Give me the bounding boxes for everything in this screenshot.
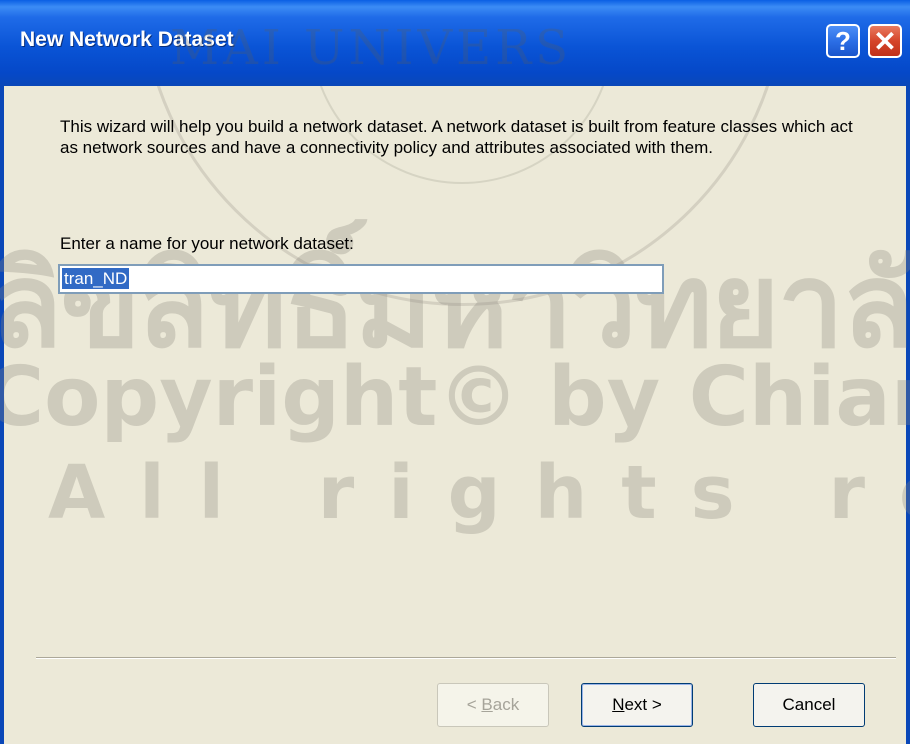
help-button[interactable]: ? bbox=[826, 24, 860, 58]
intro-text: This wizard will help you build a networ… bbox=[60, 117, 853, 157]
close-icon: ✕ bbox=[873, 25, 897, 57]
watermark-copyright: Copyright© by Chiang Mai University bbox=[0, 350, 910, 445]
window-frame-right bbox=[906, 86, 910, 744]
watermark-rights: All rights reserved bbox=[48, 450, 910, 536]
button-separator bbox=[36, 657, 896, 659]
name-prompt-label: Enter a name for your network dataset: bbox=[60, 234, 354, 253]
window-frame-left bbox=[0, 86, 4, 744]
next-button-mnemonic: N bbox=[612, 695, 625, 714]
cancel-button[interactable]: Cancel bbox=[753, 683, 865, 727]
next-button[interactable]: Next > bbox=[581, 683, 693, 727]
window-title: New Network Dataset bbox=[20, 28, 234, 51]
back-button[interactable]: < Back bbox=[437, 683, 549, 727]
next-button-label: ext > bbox=[624, 695, 662, 714]
dataset-name-value: tran_ND bbox=[62, 268, 130, 289]
back-button-label: ack bbox=[492, 695, 520, 714]
title-bar[interactable]: New Network Dataset ? ✕ bbox=[0, 0, 910, 86]
close-button[interactable]: ✕ bbox=[868, 24, 902, 58]
back-button-prefix: < bbox=[466, 695, 482, 714]
help-icon: ? bbox=[835, 25, 851, 56]
back-button-mnemonic: B bbox=[481, 695, 493, 714]
dataset-name-input[interactable]: tran_ND bbox=[58, 264, 664, 294]
wizard-dialog: New Network Dataset ? ✕ MAI UNIVERS ลิขส… bbox=[0, 0, 910, 744]
